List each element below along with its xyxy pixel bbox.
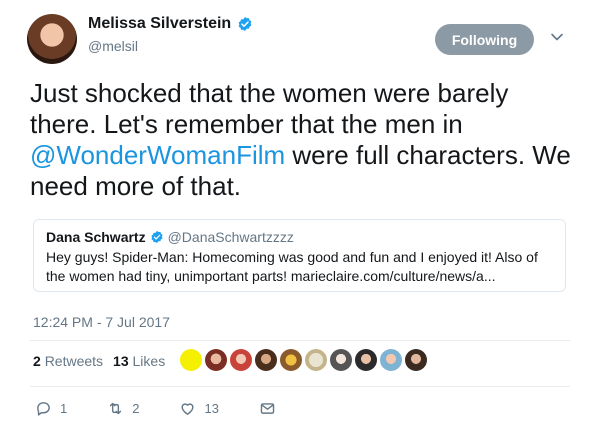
retweet-icon [110,402,122,415]
liker-avatar[interactable] [255,349,277,371]
heart-icon [181,403,194,415]
liker-avatar[interactable] [355,349,377,371]
mention-link[interactable]: @WonderWomanFilm [30,140,285,170]
retweet-action[interactable]: 2 [107,400,139,417]
tweet-text: Just shocked that the women were barely … [30,78,575,202]
retweets-stat-count: 2 [33,353,41,369]
liker-avatar[interactable] [380,349,402,371]
verified-badge-icon [238,17,252,31]
quoted-tweet-header: Dana Schwartz @DanaSchwartzzzz [46,229,553,245]
like-count: 13 [204,401,219,416]
retweet-count: 2 [132,401,140,416]
likes-stat-count: 13 [113,353,129,369]
tweet-stats: 2 Retweets 13 Likes [33,353,175,369]
chevron-down-icon[interactable] [550,30,564,44]
quoted-author-name: Dana Schwartz [46,229,146,245]
verified-badge-icon [151,230,163,244]
following-button[interactable]: Following [435,24,534,55]
liker-avatar[interactable] [405,349,427,371]
retweets-stat-label: Retweets [44,353,104,369]
author-handle[interactable]: @melsil [88,38,138,54]
tweet-text-part: Just shocked that the women were barely … [30,78,509,139]
quoted-author-handle: @DanaSchwartzzzz [167,229,294,245]
like-action[interactable]: 13 [179,400,219,417]
divider [30,340,570,341]
direct-message-action[interactable] [259,400,276,417]
quoted-tweet-text: Hey guys! Spider-Man: Homecoming was goo… [46,249,538,284]
retweets-stat[interactable]: 2 Retweets [33,353,103,369]
reply-action[interactable]: 1 [35,400,67,417]
likes-stat[interactable]: 13 Likes [113,353,165,369]
liker-avatar[interactable] [205,349,227,371]
liker-avatar[interactable] [180,349,202,371]
reply-icon [37,402,50,416]
envelope-icon [260,403,275,414]
liker-avatar[interactable] [230,349,252,371]
author-name-row: Melissa Silverstein [88,15,253,33]
tweet-actions: 1 2 13 [35,400,276,417]
liker-avatar[interactable] [330,349,352,371]
likes-stat-label: Likes [132,353,166,369]
reply-count: 1 [60,401,68,416]
likers-avatars [180,349,427,371]
author-display-name[interactable]: Melissa Silverstein [88,15,231,33]
author-avatar[interactable] [27,14,77,64]
liker-avatar[interactable] [305,349,327,371]
quoted-tweet[interactable]: Dana Schwartz @DanaSchwartzzzz Hey guys!… [33,219,566,292]
liker-avatar[interactable] [280,349,302,371]
tweet-timestamp[interactable]: 12:24 PM - 7 Jul 2017 [33,314,170,330]
divider [30,386,570,387]
